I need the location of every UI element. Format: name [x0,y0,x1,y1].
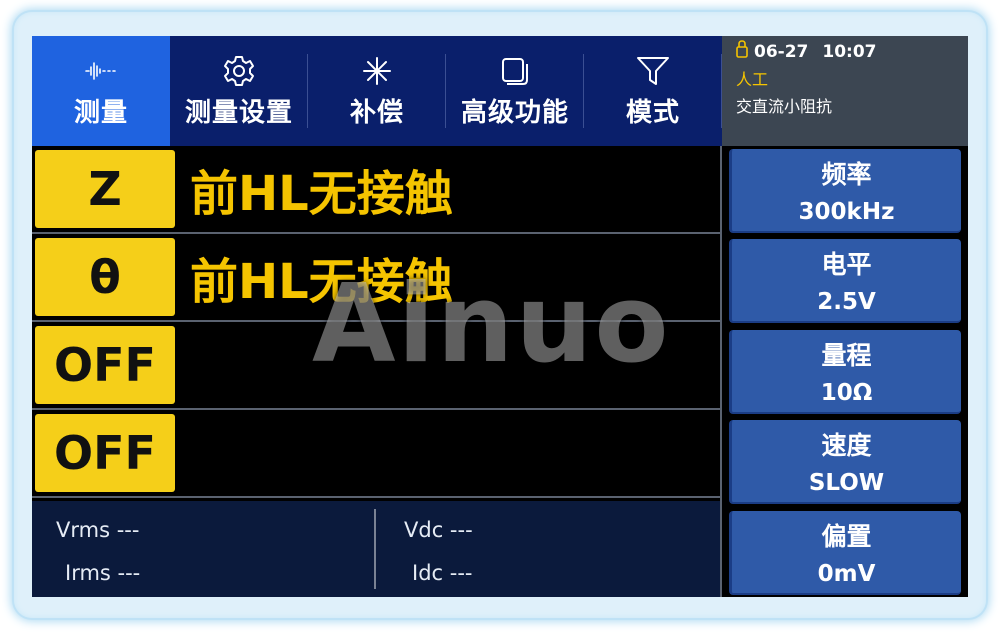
monitor-readouts: Vrms --- Irms --- Vdc --- Idc --- [32,501,720,597]
layers-icon [499,54,531,88]
speed-label: 速度 [821,431,872,460]
tab-advanced-label: 高级功能 [460,97,569,128]
primary-value: 前HL无接触 [190,166,453,222]
status-panel: 06-27 10:07 人工 交直流小阻抗 [722,36,968,146]
tab-mode-label: 模式 [625,97,680,128]
measurement-row-primary: Z 前HL无接触 [32,146,722,234]
tab-compensation-label: 补偿 [349,97,404,128]
range-value: 10Ω [820,380,873,406]
tab-measure-label: 测量 [73,97,128,128]
panel-divider [720,146,722,597]
tab-measure-settings[interactable]: 测量设置 [170,36,308,146]
function-label: 交直流小阻抗 [736,97,833,116]
vdc-readout: Vdc --- [404,518,473,542]
tab-bar: 测量 测量设置 补偿 高级功能 模式 [32,36,722,146]
frequency-softkey[interactable]: 频率 300kHz [729,149,961,233]
irms-readout: Irms --- [65,561,141,585]
filter-icon [636,54,670,88]
speed-value: SLOW [808,470,885,496]
tab-advanced[interactable]: 高级功能 [446,36,584,146]
brand-watermark: Ainuo [312,262,671,387]
asterisk-icon [362,54,392,88]
fourth-param-button[interactable]: OFF [35,414,175,492]
level-softkey[interactable]: 电平 2.5V [729,239,961,323]
bias-softkey[interactable]: 偏置 0mV [729,511,961,595]
range-label: 量程 [821,341,872,370]
tab-mode[interactable]: 模式 [584,36,722,146]
readout-divider [374,509,376,589]
waveform-icon [84,54,118,88]
range-softkey[interactable]: 量程 10Ω [729,330,961,414]
lock-icon [736,40,748,63]
measurement-row-fourth: OFF [32,410,722,498]
speed-softkey[interactable]: 速度 SLOW [729,420,961,504]
secondary-param-button[interactable]: θ [35,238,175,316]
primary-param-button[interactable]: Z [35,150,175,228]
vrms-readout: Vrms --- [56,518,140,542]
bias-label: 偏置 [821,522,872,551]
tab-measure[interactable]: 测量 [32,36,170,146]
level-label: 电平 [821,250,872,279]
status-date: 06-27 [754,41,809,62]
bias-value: 0mV [817,561,876,587]
third-param-button[interactable]: OFF [35,326,175,404]
frequency-label: 频率 [821,160,872,189]
tab-measure-settings-label: 测量设置 [184,97,293,128]
trigger-mode: 人工 [736,70,769,89]
idc-readout: Idc --- [412,561,473,585]
status-time: 10:07 [822,41,877,62]
tab-compensation[interactable]: 补偿 [308,36,446,146]
gear-icon [222,54,256,88]
level-value: 2.5V [817,289,876,315]
frequency-value: 300kHz [798,199,895,225]
